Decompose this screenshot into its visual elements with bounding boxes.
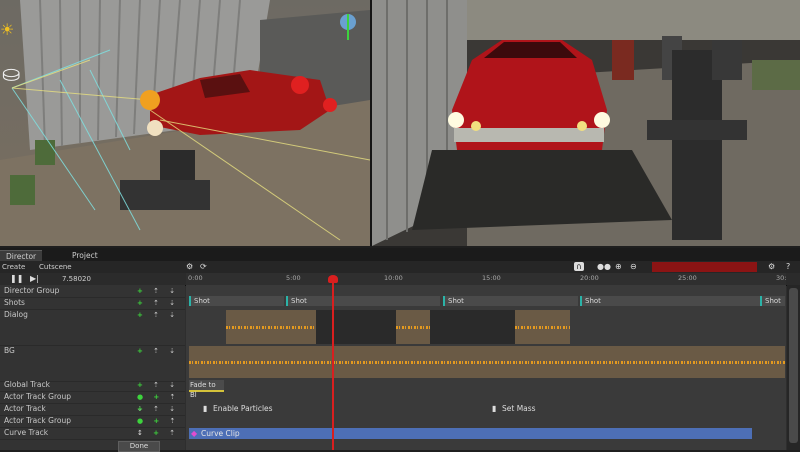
dialog-audio-clip[interactable] — [226, 310, 316, 344]
shot-label: Shot — [585, 297, 601, 305]
done-button[interactable]: Done — [118, 441, 160, 452]
shot-clip[interactable]: Shot — [760, 296, 785, 306]
track-controls[interactable]: + ⇡ ⇣ — [137, 309, 179, 321]
track-label: Curve Track — [4, 428, 49, 437]
event-icon: ▮ — [203, 404, 208, 413]
create-dropdown[interactable]: Create — [2, 261, 25, 273]
game-view — [372, 0, 800, 246]
track-label: Shots — [4, 298, 25, 307]
shot-clip[interactable]: Shot — [286, 296, 440, 306]
track-row-curve-track[interactable]: Curve Track↕ + ⇡ ⇣ — [0, 427, 185, 449]
track-label: Actor Track Group — [4, 416, 71, 425]
refresh-icon[interactable]: ⟳ — [200, 262, 207, 271]
ruler-tick: 15:00 — [482, 274, 501, 282]
curve-clip[interactable]: ◆ Curve Clip — [189, 428, 752, 439]
dialog-gap — [316, 310, 396, 344]
track-label: Global Track — [4, 380, 50, 389]
zoom-in-icon[interactable]: ⊕ — [615, 262, 622, 271]
set-mass-event[interactable]: Set Mass — [502, 404, 536, 413]
scene-view-render — [0, 0, 370, 246]
track-controls[interactable]: + ⇡ ⇣ — [137, 285, 179, 297]
track-row-bg[interactable]: BG + ⇡ ⇣ — [0, 345, 185, 382]
track-label: Actor Track Group — [4, 392, 71, 401]
shot-label: Shot — [448, 297, 464, 305]
track-controls[interactable]: + ⇡ ⇣ — [137, 345, 179, 357]
track-controls[interactable]: + ⇡ ⇣ — [137, 379, 179, 391]
fit-icon[interactable]: ●● — [597, 262, 611, 271]
cutscene-dropdown[interactable]: Cutscene — [39, 261, 72, 273]
current-time[interactable]: 7.58020 — [62, 273, 91, 285]
shot-label: Shot — [194, 297, 210, 305]
scrollbar-thumb[interactable] — [789, 288, 798, 443]
shot-clip[interactable]: Shot — [443, 296, 578, 306]
track-label: Director Group — [4, 286, 60, 295]
scene-view[interactable]: ⛀ ☀ — [0, 0, 370, 246]
light-icon[interactable]: ☀ — [0, 20, 14, 39]
track-label: BG — [4, 346, 15, 355]
track-row-dialog[interactable]: Dialog + ⇡ ⇣ — [0, 309, 185, 346]
tab-bar — [0, 248, 800, 261]
track-label: Dialog — [4, 310, 28, 319]
magnet-icon[interactable]: ∩ — [574, 262, 584, 271]
tab-director-label: Director — [6, 252, 37, 261]
ruler-tick: 0:00 — [188, 274, 203, 282]
pause-icon[interactable]: ❚❚ — [10, 274, 23, 283]
track-controls[interactable]: + ⇡ ⇣ — [137, 403, 179, 415]
enable-particles-event[interactable]: Enable Particles — [213, 404, 273, 413]
record-bar[interactable] — [652, 262, 757, 272]
tab-project[interactable]: Project — [66, 250, 104, 261]
bg-audio-clip[interactable] — [189, 346, 785, 378]
ruler-tick: 5:00 — [286, 274, 301, 282]
help-icon[interactable]: ? — [786, 262, 790, 271]
shot-clip[interactable]: Shot — [189, 296, 284, 306]
dialog-audio-clip[interactable] — [515, 310, 570, 344]
next-frame-icon[interactable]: ▶| — [30, 274, 39, 283]
options-gear-icon[interactable]: ⚙ — [768, 262, 775, 271]
ruler-tick: 20:00 — [580, 274, 599, 282]
ruler-tick: 30: — [776, 274, 787, 282]
diamond-icon: ◆ — [191, 429, 198, 438]
event-icon: ▮ — [492, 404, 497, 413]
dialog-gap — [430, 310, 515, 344]
track-controls[interactable]: + ⇡ ⇣ — [137, 297, 179, 309]
ruler-tick: 10:00 — [384, 274, 403, 282]
zoom-out-icon[interactable]: ⊖ — [630, 262, 637, 271]
dialog-audio-clip[interactable] — [396, 310, 430, 344]
shot-label: Shot — [765, 297, 781, 305]
tab-project-label: Project — [72, 251, 98, 260]
shot-clip[interactable]: Shot — [580, 296, 785, 306]
curve-clip-label: Curve Clip — [201, 429, 240, 438]
ruler-tick: 25:00 — [678, 274, 697, 282]
playhead[interactable] — [332, 276, 334, 450]
settings-gear-icon[interactable]: ⚙ — [186, 262, 193, 271]
playhead-handle[interactable] — [328, 275, 338, 283]
camera-icon[interactable]: ⛀ — [2, 62, 20, 87]
fade-to-black-clip[interactable]: Fade to Bl — [189, 380, 224, 399]
shot-label: Shot — [291, 297, 307, 305]
track-label: Actor Track — [4, 404, 46, 413]
game-view-render — [372, 0, 800, 246]
